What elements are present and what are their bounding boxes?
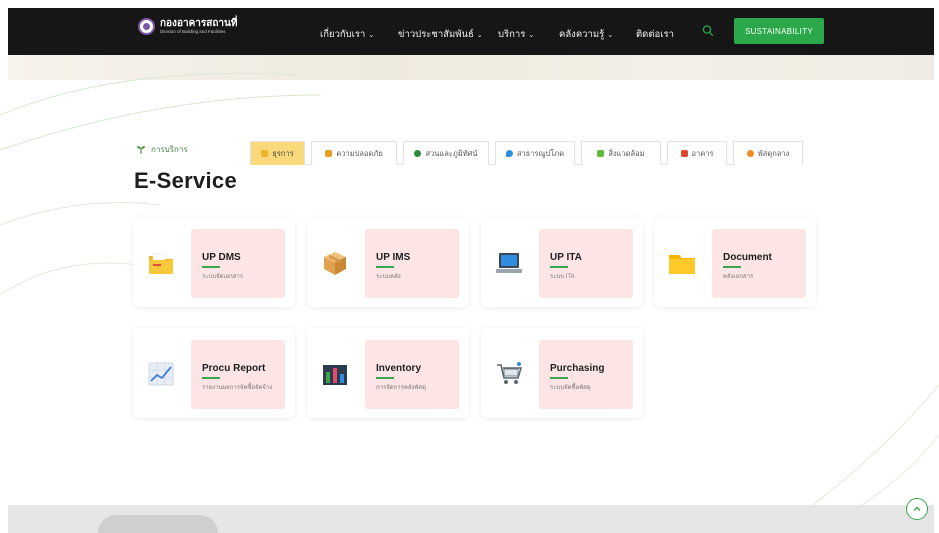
- supplies-icon: [746, 150, 754, 157]
- document-folder-icon: [669, 255, 695, 274]
- service-title: UP DMS: [202, 252, 241, 263]
- service-subtitle: ระบบ ITA: [550, 274, 575, 280]
- water-drop-icon: [505, 150, 513, 157]
- page-title: E-Service: [134, 168, 237, 193]
- folder-icon: [149, 253, 173, 274]
- service-card-up-ita[interactable]: UP ITA ระบบ ITA: [481, 217, 643, 307]
- nav-item-knowledge[interactable]: คลังความรู้ ⌄: [559, 27, 613, 42]
- service-subtitle: การจัดการคลังพัสดุ: [376, 385, 426, 391]
- service-subtitle: ระบบจัดเอกสาร: [202, 274, 244, 280]
- chevron-up-icon: [913, 506, 921, 511]
- laptop-icon: [496, 253, 522, 273]
- service-card-document[interactable]: Document คลังเอกสาร: [654, 217, 816, 307]
- tab-central-supplies[interactable]: พัสดุกลาง: [733, 141, 803, 165]
- box-icon: [324, 252, 346, 275]
- tab-safety[interactable]: ความปลอดภัย: [311, 141, 397, 165]
- tab-building[interactable]: อาคาร: [667, 141, 727, 165]
- service-category-tabs: ธุรการ ความปลอดภัย สวนและภูมิทัศน์ สาธาร…: [250, 141, 803, 165]
- service-title: Purchasing: [550, 363, 605, 374]
- service-title: UP IMS: [376, 252, 411, 263]
- safety-icon: [325, 150, 333, 157]
- folder-icon: [261, 150, 269, 157]
- footer-banner: [8, 505, 934, 533]
- top-navbar: กองอาคารสถานที่ Division of Building and…: [8, 8, 934, 55]
- nav-item-about[interactable]: เกี่ยวกับเรา ⌄: [320, 27, 374, 42]
- back-to-top-button[interactable]: [906, 498, 928, 520]
- service-subtitle: ระบบจัดซื้อพัสดุ: [550, 385, 591, 391]
- service-card-procu-report[interactable]: Procu Report รายงานผลการจัดซื้อจัดจ้าง: [133, 328, 295, 418]
- pencil-icon: [680, 150, 688, 157]
- tab-utilities[interactable]: สาธารณูปโภค: [495, 141, 575, 165]
- tab-environment[interactable]: สิ่งแวดล้อม: [581, 141, 661, 165]
- service-title: Procu Report: [202, 363, 266, 374]
- chevron-down-icon: ⌄: [368, 32, 375, 39]
- chart-report-icon: [148, 362, 174, 386]
- service-card-inventory[interactable]: Inventory การจัดการคลังพัสดุ: [307, 328, 469, 418]
- bar-chart-icon: [323, 365, 347, 385]
- leaf-small-icon: [597, 150, 605, 157]
- service-card-up-ims[interactable]: UP IMS ระบบคลัง: [307, 217, 469, 307]
- chevron-down-icon: ⌄: [607, 32, 614, 39]
- nav-item-contact[interactable]: ติดต่อเรา: [636, 27, 674, 42]
- search-icon[interactable]: [702, 24, 714, 38]
- service-title: Document: [723, 252, 772, 263]
- logo-subtitle: Division of Building and Facilities: [160, 28, 226, 34]
- hero-sketch-banner: [8, 55, 934, 80]
- tab-landscape[interactable]: สวนและภูมิทัศน์: [403, 141, 489, 165]
- service-title: UP ITA: [550, 252, 582, 263]
- tree-icon: [414, 150, 422, 157]
- service-subtitle: ระบบคลัง: [376, 274, 401, 280]
- chevron-down-icon: ⌄: [476, 32, 483, 39]
- leaf-icon: [137, 145, 145, 154]
- nav-item-services[interactable]: บริการ ⌄: [498, 27, 534, 42]
- section-label: การบริการ: [136, 143, 188, 156]
- service-title: Inventory: [376, 363, 422, 374]
- site-logo[interactable]: กองอาคารสถานที่ Division of Building and…: [138, 18, 237, 35]
- sustainability-button[interactable]: SUSTAINABILITY: [734, 18, 824, 44]
- service-subtitle: คลังเอกสาร: [723, 274, 754, 280]
- service-subtitle: รายงานผลการจัดซื้อจัดจ้าง: [202, 385, 273, 391]
- logo-title: กองอาคารสถานที่: [160, 17, 238, 29]
- service-card-up-dms[interactable]: UP DMS ระบบจัดเอกสาร: [133, 217, 295, 307]
- service-card-purchasing[interactable]: Purchasing ระบบจัดซื้อพัสดุ: [481, 328, 643, 418]
- logo-emblem-icon: [138, 18, 155, 35]
- shopping-cart-icon: [497, 362, 523, 384]
- chevron-down-icon: ⌄: [528, 32, 535, 39]
- tab-administration[interactable]: ธุรการ: [250, 141, 305, 165]
- nav-item-news[interactable]: ข่าวประชาสัมพันธ์ ⌄: [398, 27, 483, 42]
